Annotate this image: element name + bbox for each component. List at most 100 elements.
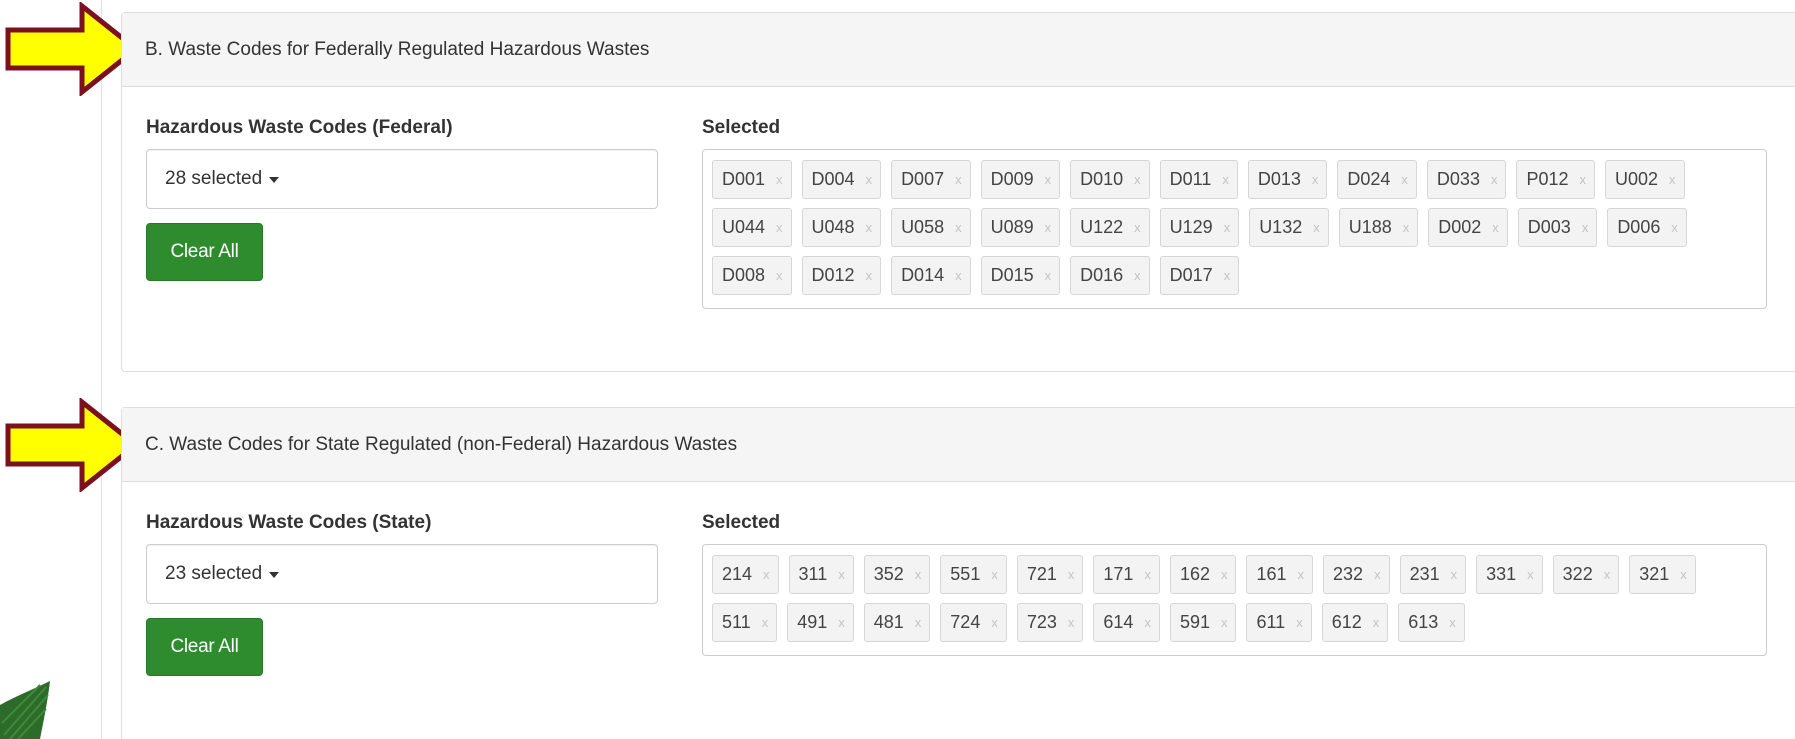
remove-tag-icon[interactable]: x — [1312, 172, 1319, 187]
tag-label: D003 — [1527, 217, 1571, 237]
selected-code-tag: D004 x — [801, 160, 882, 199]
remove-tag-icon[interactable]: x — [1403, 220, 1410, 235]
selected-code-tag: 352 x — [863, 555, 931, 594]
state-waste-codes-panel: C. Waste Codes for State Regulated (non-… — [121, 407, 1795, 739]
selected-code-tag: 721 x — [1016, 555, 1084, 594]
selected-code-tag: 491 x — [787, 603, 854, 642]
tag-label: U002 — [1615, 169, 1659, 189]
remove-tag-icon[interactable]: x — [776, 172, 783, 187]
tag-label: 171 — [1103, 564, 1134, 584]
clear-all-button[interactable]: Clear All — [146, 618, 263, 676]
remove-tag-icon[interactable]: x — [763, 567, 770, 582]
remove-tag-icon[interactable]: x — [1068, 615, 1075, 630]
remove-tag-icon[interactable]: x — [1144, 567, 1151, 582]
remove-tag-icon[interactable]: x — [955, 268, 962, 283]
remove-tag-icon[interactable]: x — [1296, 615, 1303, 630]
remove-tag-icon[interactable]: x — [1224, 268, 1231, 283]
screen: B. Waste Codes for Federally Regulated H… — [0, 0, 1795, 739]
remove-tag-icon[interactable]: x — [1527, 567, 1534, 582]
remove-tag-icon[interactable]: x — [1374, 567, 1381, 582]
remove-tag-icon[interactable]: x — [955, 220, 962, 235]
remove-tag-icon[interactable]: x — [838, 567, 845, 582]
remove-tag-icon[interactable]: x — [1580, 172, 1587, 187]
tag-label: 611 — [1256, 612, 1286, 632]
tag-label: U188 — [1348, 217, 1392, 237]
remove-tag-icon[interactable]: x — [1401, 172, 1408, 187]
remove-tag-icon[interactable]: x — [915, 615, 922, 630]
remove-tag-icon[interactable]: x — [1222, 172, 1229, 187]
remove-tag-icon[interactable]: x — [1298, 567, 1305, 582]
selected-code-tag: 322 x — [1552, 555, 1620, 594]
selected-code-tag: 161 x — [1246, 555, 1314, 594]
remove-tag-icon[interactable]: x — [776, 220, 783, 235]
tag-label: D001 — [722, 169, 766, 189]
remove-tag-icon[interactable]: x — [866, 220, 873, 235]
remove-tag-icon[interactable]: x — [1134, 220, 1141, 235]
tag-label: D012 — [811, 265, 855, 285]
selected-code-tag: 612 x — [1321, 603, 1389, 642]
tag-label: 614 — [1103, 612, 1134, 632]
remove-tag-icon[interactable]: x — [1492, 220, 1499, 235]
remove-tag-icon[interactable]: x — [1671, 220, 1678, 235]
tag-label: 214 — [722, 564, 753, 584]
selected-code-tag: D001 x — [712, 160, 792, 199]
remove-tag-icon[interactable]: x — [1449, 615, 1456, 630]
state-codes-dropdown[interactable]: 23 selected — [146, 544, 658, 604]
remove-tag-icon[interactable]: x — [1582, 220, 1589, 235]
remove-tag-icon[interactable]: x — [1224, 220, 1231, 235]
tag-label: 161 — [1256, 564, 1287, 584]
selected-code-tag: 511 x — [712, 603, 778, 642]
tag-label: D033 — [1436, 169, 1480, 189]
remove-tag-icon[interactable]: x — [1221, 567, 1228, 582]
remove-tag-icon[interactable]: x — [776, 268, 783, 283]
remove-tag-icon[interactable]: x — [1313, 220, 1320, 235]
selected-code-tag: 611 x — [1246, 603, 1312, 642]
clear-all-button[interactable]: Clear All — [146, 223, 263, 281]
tag-label: 481 — [873, 612, 904, 632]
remove-tag-icon[interactable]: x — [1144, 615, 1151, 630]
tag-label: 491 — [797, 612, 828, 632]
remove-tag-icon[interactable]: x — [1134, 172, 1141, 187]
tag-label: D004 — [811, 169, 855, 189]
remove-tag-icon[interactable]: x — [866, 172, 873, 187]
tag-label: D002 — [1438, 217, 1482, 237]
remove-tag-icon[interactable]: x — [1669, 172, 1676, 187]
selected-code-tag: 311 x — [788, 555, 854, 594]
selected-code-tag: 614 x — [1093, 603, 1160, 642]
state-codes-label: Hazardous Waste Codes (State) — [146, 512, 432, 533]
remove-tag-icon[interactable]: x — [955, 172, 962, 187]
remove-tag-icon[interactable]: x — [991, 615, 998, 630]
remove-tag-icon[interactable]: x — [1045, 172, 1052, 187]
federal-codes-label: Hazardous Waste Codes (Federal) — [146, 117, 453, 138]
remove-tag-icon[interactable]: x — [1221, 615, 1228, 630]
selected-code-tag: D015 x — [980, 256, 1061, 295]
federal-codes-dropdown[interactable]: 28 selected — [146, 149, 658, 209]
selected-label: Selected — [702, 117, 781, 138]
selected-code-tag: 231 x — [1399, 555, 1467, 594]
dropdown-value: 23 selected — [165, 563, 263, 584]
remove-tag-icon[interactable]: x — [838, 615, 845, 630]
leaf-decoration — [0, 681, 50, 739]
remove-tag-icon[interactable]: x — [915, 567, 922, 582]
selected-code-tag: U129 x — [1159, 208, 1240, 247]
remove-tag-icon[interactable]: x — [1604, 567, 1611, 582]
remove-tag-icon[interactable]: x — [1045, 220, 1052, 235]
selected-code-tag: D024 x — [1337, 160, 1417, 199]
remove-tag-icon[interactable]: x — [762, 615, 769, 630]
tag-label: D011 — [1169, 169, 1212, 189]
remove-tag-icon[interactable]: x — [1373, 615, 1380, 630]
selected-code-tag: D017 x — [1159, 256, 1240, 295]
selected-code-tag: 723 x — [1016, 603, 1084, 642]
panel-heading: C. Waste Codes for State Regulated (non-… — [122, 408, 1795, 482]
remove-tag-icon[interactable]: x — [1134, 268, 1141, 283]
tag-label: U058 — [901, 217, 945, 237]
remove-tag-icon[interactable]: x — [866, 268, 873, 283]
remove-tag-icon[interactable]: x — [1045, 268, 1052, 283]
panel-title: C. Waste Codes for State Regulated (non-… — [145, 433, 738, 455]
remove-tag-icon[interactable]: x — [1068, 567, 1075, 582]
remove-tag-icon[interactable]: x — [991, 567, 998, 582]
remove-tag-icon[interactable]: x — [1680, 567, 1687, 582]
selected-code-tag: U002 x — [1605, 160, 1685, 199]
remove-tag-icon[interactable]: x — [1491, 172, 1498, 187]
remove-tag-icon[interactable]: x — [1451, 567, 1458, 582]
